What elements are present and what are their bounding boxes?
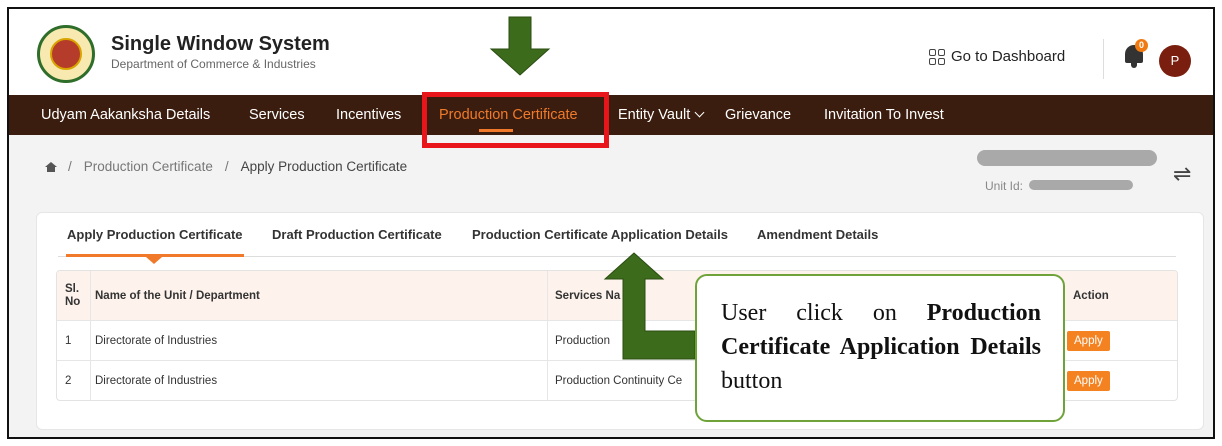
user-avatar[interactable]: P <box>1159 45 1191 77</box>
brand-title: Single Window System <box>111 33 330 55</box>
tab-amendment-details[interactable]: Amendment Details <box>757 227 878 242</box>
row-sl-no: 2 <box>65 374 72 387</box>
active-tab-caret-icon <box>146 257 162 264</box>
row-sl-no: 1 <box>65 334 72 347</box>
unit-id-label: Unit Id: <box>985 179 1024 193</box>
header-divider <box>1103 39 1104 79</box>
breadcrumb-production-certificate[interactable]: Production Certificate <box>84 159 213 174</box>
breadcrumb-separator: / <box>224 159 229 174</box>
tab-apply-production-certificate[interactable]: Apply Production Certificate <box>67 227 243 242</box>
row-unit-name: Directorate of Industries <box>95 334 218 347</box>
callout-suffix: button <box>721 368 783 394</box>
callout-prefix: User click on <box>721 300 927 326</box>
nav-item-entity-vault[interactable]: Entity Vault <box>618 95 705 135</box>
redacted-unit-id <box>1029 180 1133 190</box>
dashboard-link-label: Go to Dashboard <box>951 48 1066 65</box>
breadcrumb-current: Apply Production Certificate <box>240 159 408 174</box>
highlight-box <box>422 92 609 148</box>
instruction-callout: User click on Production Certificate App… <box>695 274 1065 422</box>
nav-item-services[interactable]: Services <box>249 95 305 135</box>
nav-item-udyam-aakanksha-details[interactable]: Udyam Aakanksha Details <box>41 95 210 135</box>
nav-item-incentives[interactable]: Incentives <box>336 95 401 135</box>
tab-draft-production-certificate[interactable]: Draft Production Certificate <box>272 227 442 242</box>
breadcrumb-separator: / <box>68 159 72 174</box>
notification-count-badge: 0 <box>1135 39 1148 52</box>
main-nav: Udyam Aakanksha Details Services Incenti… <box>9 95 1213 135</box>
nav-item-entity-vault-label: Entity Vault <box>618 107 691 123</box>
column-header-unit-department: Name of the Unit / Department <box>95 289 260 302</box>
row-service-name: Production Continuity Ce <box>555 374 683 387</box>
nav-item-invitation-to-invest[interactable]: Invitation To Invest <box>824 95 944 135</box>
home-icon[interactable] <box>45 161 57 172</box>
dashboard-grid-icon <box>929 48 945 65</box>
column-header-action: Action <box>1073 289 1109 302</box>
column-divider <box>547 361 548 400</box>
brand-subtitle: Department of Commerce & Industries <box>111 57 316 71</box>
breadcrumb: / Production Certificate / Apply Product… <box>45 159 407 174</box>
row-service-name: Production <box>555 334 610 347</box>
app-window: Single Window System Department of Comme… <box>7 7 1215 439</box>
column-header-sl-no: Sl. No <box>65 282 81 308</box>
notification-bell-icon[interactable]: 0 <box>1123 39 1148 69</box>
column-divider <box>90 271 91 320</box>
tab-production-certificate-application-details[interactable]: Production Certificate Application Detai… <box>472 227 728 242</box>
nav-item-grievance[interactable]: Grievance <box>725 95 791 135</box>
apply-button[interactable]: Apply <box>1067 330 1110 351</box>
row-unit-name: Directorate of Industries <box>95 374 218 387</box>
column-divider <box>547 321 548 360</box>
column-divider <box>90 361 91 400</box>
government-emblem-logo <box>37 25 95 83</box>
column-divider <box>90 321 91 360</box>
apply-button[interactable]: Apply <box>1067 370 1110 391</box>
column-divider <box>547 271 548 320</box>
go-to-dashboard-link[interactable]: Go to Dashboard <box>929 48 1065 65</box>
column-header-services-name: Services Na <box>555 289 621 302</box>
switch-unit-icon[interactable]: ⇌ <box>1173 161 1191 187</box>
chevron-down-icon <box>694 107 705 118</box>
redacted-unit-name <box>977 150 1157 166</box>
site-header: Single Window System Department of Comme… <box>9 9 1213 95</box>
